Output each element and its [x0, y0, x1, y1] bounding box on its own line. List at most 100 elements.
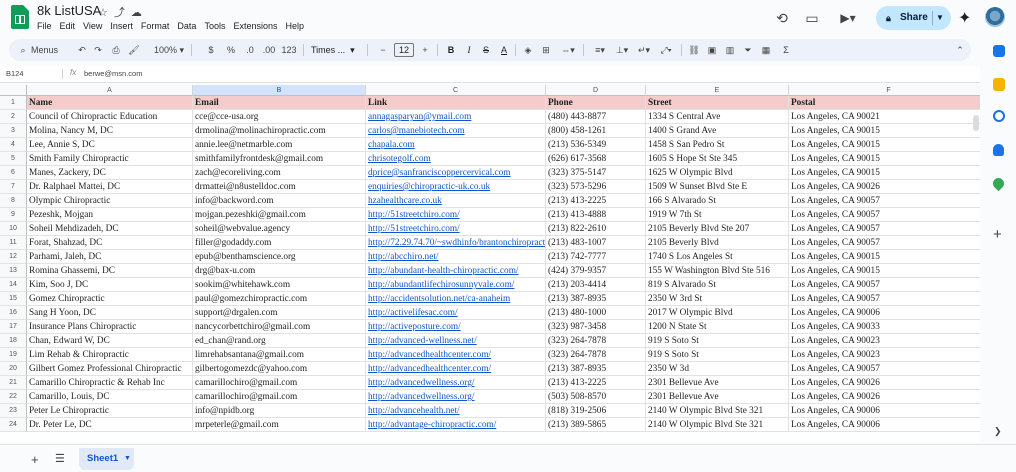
horizontal-align-icon[interactable]: ≡▾ [589, 39, 611, 61]
row-number[interactable]: 7 [0, 180, 27, 194]
cell[interactable]: 2301 Bellevue Ave [646, 376, 789, 390]
cell[interactable]: 1605 S Hope St Ste 345 [646, 152, 789, 166]
row-number[interactable]: 20 [0, 362, 27, 376]
cell[interactable]: camarillochiro@gmail.com [193, 390, 366, 404]
cell[interactable]: 2301 Bellevue Ave [646, 390, 789, 404]
cell[interactable]: Los Angeles, CA 90015 [789, 152, 980, 166]
cell[interactable]: smithfamilyfrontdesk@gmail.com [193, 152, 366, 166]
row-number[interactable]: 5 [0, 152, 27, 166]
row-number[interactable]: 14 [0, 278, 27, 292]
cell[interactable]: http://activelifesac.com/ [366, 306, 546, 320]
search-menus-input[interactable]: Menus [31, 39, 67, 61]
cell[interactable]: 2350 W 3d [646, 362, 789, 376]
cell[interactable]: chapala.com [366, 138, 546, 152]
functions-icon[interactable]: Σ [779, 39, 793, 61]
hide-side-panel-icon[interactable]: ❯ [994, 426, 1002, 437]
cell[interactable]: (424) 379-9357 [546, 264, 646, 278]
insert-comment-icon[interactable]: ▣ [705, 39, 719, 61]
cell[interactable]: (213) 536-5349 [546, 138, 646, 152]
cell[interactable]: Peter Le Chiropractic [27, 404, 193, 418]
column-header-f[interactable]: F [789, 85, 980, 96]
row-number[interactable]: 15 [0, 292, 27, 306]
cell[interactable]: 1919 W 7th St [646, 208, 789, 222]
cell[interactable]: http://activeposture.com/ [366, 320, 546, 334]
tasks-icon[interactable] [993, 110, 1005, 122]
cell[interactable]: 2140 W Olympic Blvd Ste 321 [646, 418, 789, 432]
cell[interactable]: http://51streetchiro.com/ [366, 208, 546, 222]
paint-format-icon[interactable]: 🖌︎ [127, 39, 141, 61]
maps-icon[interactable] [990, 175, 1007, 192]
bold-icon[interactable]: B [445, 39, 457, 61]
font-select[interactable]: Times ... ▾ [311, 39, 363, 61]
cell[interactable]: 1625 W Olympic Blvd [646, 166, 789, 180]
cell[interactable]: nancycorbettchiro@gmail.com [193, 320, 366, 334]
decrease-font-size-icon[interactable]: − [377, 39, 389, 61]
column-header-b[interactable]: B [193, 85, 366, 96]
cell[interactable]: 155 W Washington Blvd Ste 516 [646, 264, 789, 278]
cell[interactable]: paul@gomezchiropractic.com [193, 292, 366, 306]
meet-icon[interactable]: ▶▾ [834, 8, 862, 28]
cell[interactable]: epub@benthamscience.org [193, 250, 366, 264]
cell[interactable]: Camarillo Chiropractic & Rehab Inc [27, 376, 193, 390]
cell[interactable]: mojgan.pezeshki@gmail.com [193, 208, 366, 222]
menu-tools[interactable]: Tools [204, 21, 225, 31]
header-cell[interactable]: Email [193, 96, 366, 110]
cell[interactable]: (213) 413-2225 [546, 376, 646, 390]
cell[interactable]: 919 S Soto St [646, 348, 789, 362]
column-header-d[interactable]: D [546, 85, 646, 96]
cell[interactable]: Los Angeles, CA 90057 [789, 292, 980, 306]
cell[interactable]: Los Angeles, CA 90006 [789, 404, 980, 418]
cell[interactable]: (818) 319-2506 [546, 404, 646, 418]
cell[interactable]: info@backword.com [193, 194, 366, 208]
cell[interactable]: drg@bax-u.com [193, 264, 366, 278]
cell[interactable]: Los Angeles, CA 90015 [789, 166, 980, 180]
cell[interactable]: http://advancedwellness.org/ [366, 376, 546, 390]
cell[interactable]: annie.lee@netmarble.com [193, 138, 366, 152]
document-title[interactable]: 8k ListUSA [37, 3, 101, 18]
cell[interactable]: http://advancedhealthcenter.com/ [366, 348, 546, 362]
cell[interactable]: Soheil Mehdizadeh, DC [27, 222, 193, 236]
undo-icon[interactable]: ↶ [75, 39, 89, 61]
cell[interactable]: 1334 S Central Ave [646, 110, 789, 124]
cell[interactable]: Los Angeles, CA 90057 [789, 278, 980, 292]
history-icon[interactable]: ⟲ [772, 8, 792, 28]
column-header-c[interactable]: C [366, 85, 546, 96]
cell[interactable]: Manes, Zackery, DC [27, 166, 193, 180]
cell[interactable]: http://72.29.74.70/~swdhinfo/brantonchir… [366, 236, 546, 250]
cell[interactable]: Los Angeles, CA 90006 [789, 306, 980, 320]
cell[interactable]: Smith Family Chiropractic [27, 152, 193, 166]
formula-input[interactable]: berwe@msn.com [84, 69, 142, 78]
cell[interactable]: enquiries@chiropractic-uk.co.uk [366, 180, 546, 194]
cell[interactable]: 819 S Alvarado St [646, 278, 789, 292]
cell[interactable]: Kim, Soo J, DC [27, 278, 193, 292]
cell[interactable]: Los Angeles, CA 90057 [789, 194, 980, 208]
number-format-button[interactable]: 123 [281, 39, 297, 61]
cell[interactable]: (213) 480-1000 [546, 306, 646, 320]
cell[interactable]: drmolina@molinachiropractic.com [193, 124, 366, 138]
cell[interactable]: 1740 S Los Angeles St [646, 250, 789, 264]
cell[interactable]: http://advanced-wellness.net/ [366, 334, 546, 348]
cell[interactable]: (213) 387-8935 [546, 362, 646, 376]
spreadsheet-grid[interactable]: ABCDEF 1 Name Email Link Phone Street Postal 2 C… [0, 85, 980, 442]
cell[interactable]: Forat, Shahzad, DC [27, 236, 193, 250]
share-dropdown-icon[interactable]: ▼ [936, 6, 944, 30]
row-number[interactable]: 11 [0, 236, 27, 250]
print-icon[interactable]: ⎙ [109, 39, 123, 61]
cell[interactable]: Council of Chiropractic Education [27, 110, 193, 124]
cell[interactable]: Sang H Yoon, DC [27, 306, 193, 320]
row-number[interactable]: 9 [0, 208, 27, 222]
cell[interactable]: Los Angeles, CA 90023 [789, 348, 980, 362]
cell[interactable]: (323) 264-7878 [546, 334, 646, 348]
currency-format-button[interactable]: $ [205, 39, 217, 61]
row-number[interactable]: 18 [0, 334, 27, 348]
move-folder-icon[interactable]: ⤴ [114, 7, 131, 19]
cell[interactable]: http://advancehealth.net/ [366, 404, 546, 418]
cell[interactable]: Parhami, Jaleh, DC [27, 250, 193, 264]
cell[interactable]: Molina, Nancy M, DC [27, 124, 193, 138]
cell[interactable]: ed_chan@rand.org [193, 334, 366, 348]
cell[interactable]: http://accidentsolution.net/ca-anaheim [366, 292, 546, 306]
cell[interactable]: (323) 987-3458 [546, 320, 646, 334]
get-addons-icon[interactable]: + [993, 226, 1002, 243]
decrease-decimal-button[interactable]: .0 [243, 39, 257, 61]
cell[interactable]: Los Angeles, CA 90015 [789, 250, 980, 264]
